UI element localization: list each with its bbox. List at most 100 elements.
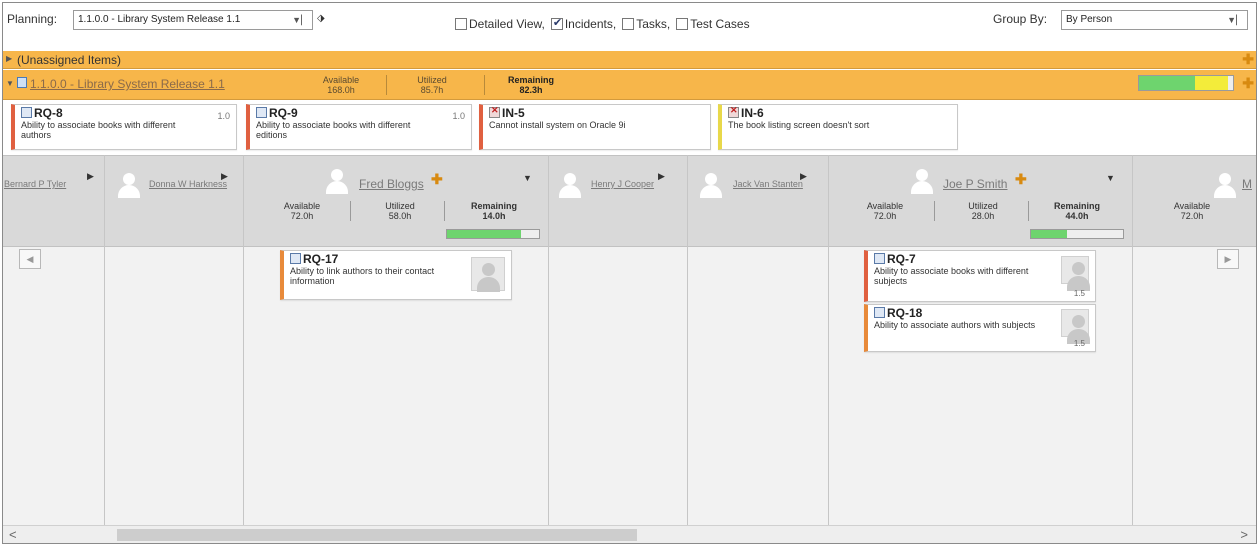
expand-arrow-icon[interactable]: ▶ (6, 54, 12, 63)
collapse-arrow-icon[interactable]: ▼ (6, 79, 14, 88)
requirement-icon (874, 253, 885, 264)
group-by-value: By Person (1066, 14, 1113, 25)
person-utilized: Utilized 58.0h (385, 201, 415, 221)
column-divider (828, 155, 829, 527)
plus-icon[interactable]: ✚ (1015, 171, 1027, 188)
scrollbar-thumb[interactable] (117, 529, 637, 541)
scroll-left-button[interactable]: ◀ (19, 249, 41, 269)
unassigned-items-bar[interactable]: ▶ (Unassigned Items) ✚ (3, 51, 1256, 69)
incident-icon (728, 105, 739, 118)
divider (350, 201, 351, 221)
planning-release-select[interactable]: 1.1.0.0 - Library System Release 1.1 ▼▏ (73, 10, 313, 30)
backlog-card-rq-9[interactable]: RQ-9 1.0 Ability to associate books with… (246, 104, 472, 150)
refresh-icon[interactable]: ⬗ (317, 13, 325, 24)
card-id: RQ-8 (21, 106, 63, 120)
card-description: Ability to associate books with differen… (874, 266, 1029, 286)
group-by-select[interactable]: By Person ▼▏ (1061, 10, 1248, 30)
avatar (471, 257, 505, 292)
filter-detailed-view[interactable]: Detailed View, (455, 17, 545, 31)
filter-incidents[interactable]: Incidents, (550, 16, 617, 31)
tasks-checkbox[interactable] (622, 18, 635, 30)
person-name-link[interactable]: Henry J Cooper (591, 179, 654, 189)
card-estimate: 1.5 (1073, 339, 1085, 348)
person-name-link[interactable]: Donna W Harkness (149, 179, 227, 189)
release-remaining-label: Remaining (507, 75, 554, 85)
plus-icon[interactable]: ✚ (1242, 75, 1254, 92)
group-by-label: Group By: (993, 12, 1048, 26)
person-progress-bar (446, 229, 540, 239)
incidents-label: Incidents, (564, 17, 617, 31)
avatar (1061, 256, 1090, 291)
chevron-right-icon[interactable]: > (1240, 527, 1248, 542)
card-description: Ability to associate authors with subjec… (874, 320, 1036, 330)
toolbar: Planning: 1.1.0.0 - Library System Relea… (3, 3, 1256, 47)
scroll-right-button[interactable]: ▶ (1217, 249, 1239, 269)
plus-icon[interactable]: ✚ (1242, 51, 1254, 68)
card-estimate: 1.0 (452, 111, 465, 121)
filter-test-cases[interactable]: Test Cases (676, 17, 750, 31)
chevron-left-icon[interactable]: < (9, 527, 17, 542)
avatar (1061, 309, 1090, 344)
avatar (325, 168, 349, 194)
person-remaining: Remaining 14.0h (470, 201, 517, 221)
avatar (699, 172, 723, 198)
detailed-view-checkbox[interactable] (455, 18, 467, 30)
card-id: RQ-7 (874, 252, 916, 266)
requirement-icon (256, 107, 267, 118)
person-name-link[interactable]: Bernard P Tyler (4, 179, 80, 189)
board-card-rq-17[interactable]: RQ-17 Ability to link authors to their c… (280, 250, 512, 300)
person-name-link[interactable]: Joe P Smith (943, 177, 1007, 191)
person-progress-bar (1030, 229, 1124, 239)
person-name-link[interactable]: Jack Van Stanten (733, 179, 803, 189)
card-description: Cannot install system on Oracle 9i (489, 120, 626, 130)
column-divider (1132, 155, 1133, 527)
release-available-value: 168.0h (327, 85, 355, 95)
progress-fill-complete (447, 230, 521, 238)
release-title-link[interactable]: 1.1.0.0 - Library System Release 1.1 (30, 77, 225, 91)
column-divider (548, 155, 549, 527)
incidents-checkbox[interactable] (550, 16, 563, 30)
planning-label: Planning: (7, 12, 58, 26)
collapse-down-icon[interactable]: ▼ (523, 173, 532, 183)
chevron-left-icon: ◀ (26, 254, 34, 264)
card-estimate: 1.5 (1073, 289, 1085, 298)
divider (444, 201, 445, 221)
test-cases-checkbox[interactable] (676, 18, 689, 30)
planning-board: Planning: 1.1.0.0 - Library System Relea… (2, 2, 1257, 544)
progress-fill-complete (1031, 230, 1067, 238)
release-utilized-value: 85.7h (420, 85, 444, 95)
release-remaining: Remaining 82.3h (503, 75, 559, 95)
backlog-card-in-6[interactable]: IN-6 The book listing screen doesn't sor… (718, 104, 958, 150)
divider (484, 75, 485, 95)
progress-fill-complete (1139, 76, 1196, 90)
chevron-down-icon: ▼▏ (1227, 15, 1243, 25)
backlog-card-rq-8[interactable]: RQ-8 1.0 Ability to associate books with… (11, 104, 237, 150)
collapse-down-icon[interactable]: ▼ (1106, 173, 1115, 183)
expand-right-icon[interactable]: ▶ (658, 171, 665, 182)
unassigned-items-label: (Unassigned Items) (17, 53, 122, 67)
expand-right-icon[interactable]: ▶ (87, 171, 94, 182)
chevron-right-icon: ▶ (1224, 254, 1232, 264)
divider (934, 201, 935, 221)
requirement-icon (874, 307, 885, 318)
avatar (117, 172, 141, 198)
requirement-icon (21, 107, 32, 118)
release-utilized: Utilized 85.7h (412, 75, 452, 95)
avatar (1213, 172, 1237, 198)
expand-right-icon[interactable]: ▶ (800, 171, 807, 182)
divider (386, 75, 387, 95)
board-card-rq-18[interactable]: RQ-18 Ability to associate authors with … (864, 304, 1096, 352)
board-card-rq-7[interactable]: RQ-7 Ability to associate books with dif… (864, 250, 1096, 302)
person-name-link[interactable]: M (1242, 177, 1252, 191)
person-name-link[interactable]: Fred Bloggs (359, 177, 424, 191)
horizontal-scrollbar[interactable]: < > (3, 525, 1256, 543)
filter-tasks[interactable]: Tasks, (622, 17, 670, 31)
progress-fill-in-progress (1195, 76, 1229, 90)
backlog-card-in-5[interactable]: IN-5 Cannot install system on Oracle 9i (479, 104, 711, 150)
card-id: IN-5 (489, 105, 525, 120)
release-utilized-label: Utilized (417, 75, 447, 85)
detailed-view-label: Detailed View, (469, 17, 545, 31)
expand-right-icon[interactable]: ▶ (221, 171, 228, 182)
plus-icon[interactable]: ✚ (431, 171, 443, 188)
card-id: RQ-17 (290, 252, 338, 266)
